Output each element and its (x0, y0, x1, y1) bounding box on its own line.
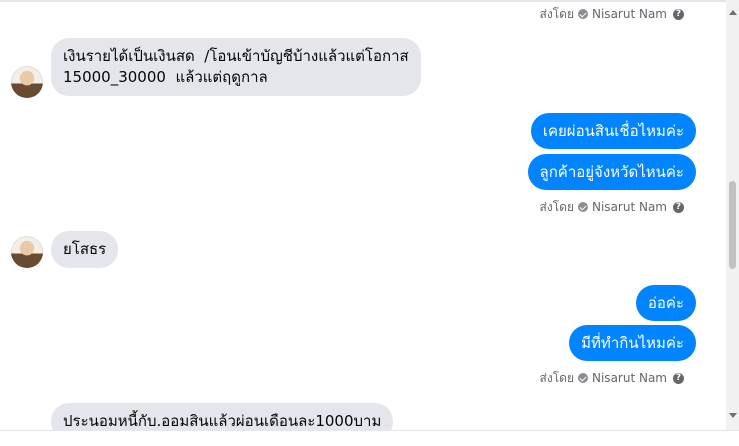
outgoing-message-bubble[interactable]: มีที่ทำกินไหมค่ะ (569, 325, 696, 361)
incoming-message-bubble[interactable]: ยโสธร (51, 231, 119, 268)
sent-by-label: ส่งโดย Nisarut Nam ? (540, 6, 684, 22)
scroll-up-arrow-icon[interactable] (729, 10, 737, 15)
divider (0, 0, 726, 2)
scrollbar[interactable] (726, 0, 739, 430)
incoming-message-bubble[interactable]: เงินรายได้เป็นเงินสด /โอนเข้าบัญชีบ้างแล… (51, 38, 421, 96)
sent-by-prefix: ส่งโดย (539, 199, 574, 214)
avatar[interactable] (11, 66, 43, 98)
outgoing-message-bubble[interactable]: อ่อค่ะ (635, 285, 696, 321)
check-circle-icon (578, 9, 588, 19)
sender-name: Nisarut Nam (592, 371, 667, 385)
sent-by-prefix: ส่งโดย (539, 370, 574, 385)
sender-name: Nisarut Nam (592, 200, 667, 214)
scroll-down-arrow-icon[interactable] (729, 413, 737, 418)
sent-by-label: ส่งโดย Nisarut Nam ? (540, 199, 684, 215)
sent-by-prefix: ส่งโดย (539, 6, 574, 21)
info-icon[interactable]: ? (673, 8, 684, 20)
sender-name: Nisarut Nam (592, 7, 667, 21)
avatar[interactable] (11, 236, 43, 268)
scrollbar-thumb[interactable] (729, 181, 736, 269)
info-icon[interactable]: ? (673, 372, 684, 384)
outgoing-message-bubble[interactable]: ลูกค้าอยู่จังหวัดไหนค่ะ (527, 154, 696, 190)
sent-by-label: ส่งโดย Nisarut Nam ? (540, 370, 684, 386)
info-icon[interactable]: ? (673, 201, 684, 213)
message-thread[interactable]: ส่งโดย Nisarut Nam ? เงินรายได้เป็นเงินส… (0, 0, 726, 440)
composer-edge (0, 430, 739, 446)
check-circle-icon (578, 202, 588, 212)
outgoing-message-bubble[interactable]: เคยผ่อนสินเชื่อไหมค่ะ (530, 113, 696, 149)
check-circle-icon (578, 373, 588, 383)
